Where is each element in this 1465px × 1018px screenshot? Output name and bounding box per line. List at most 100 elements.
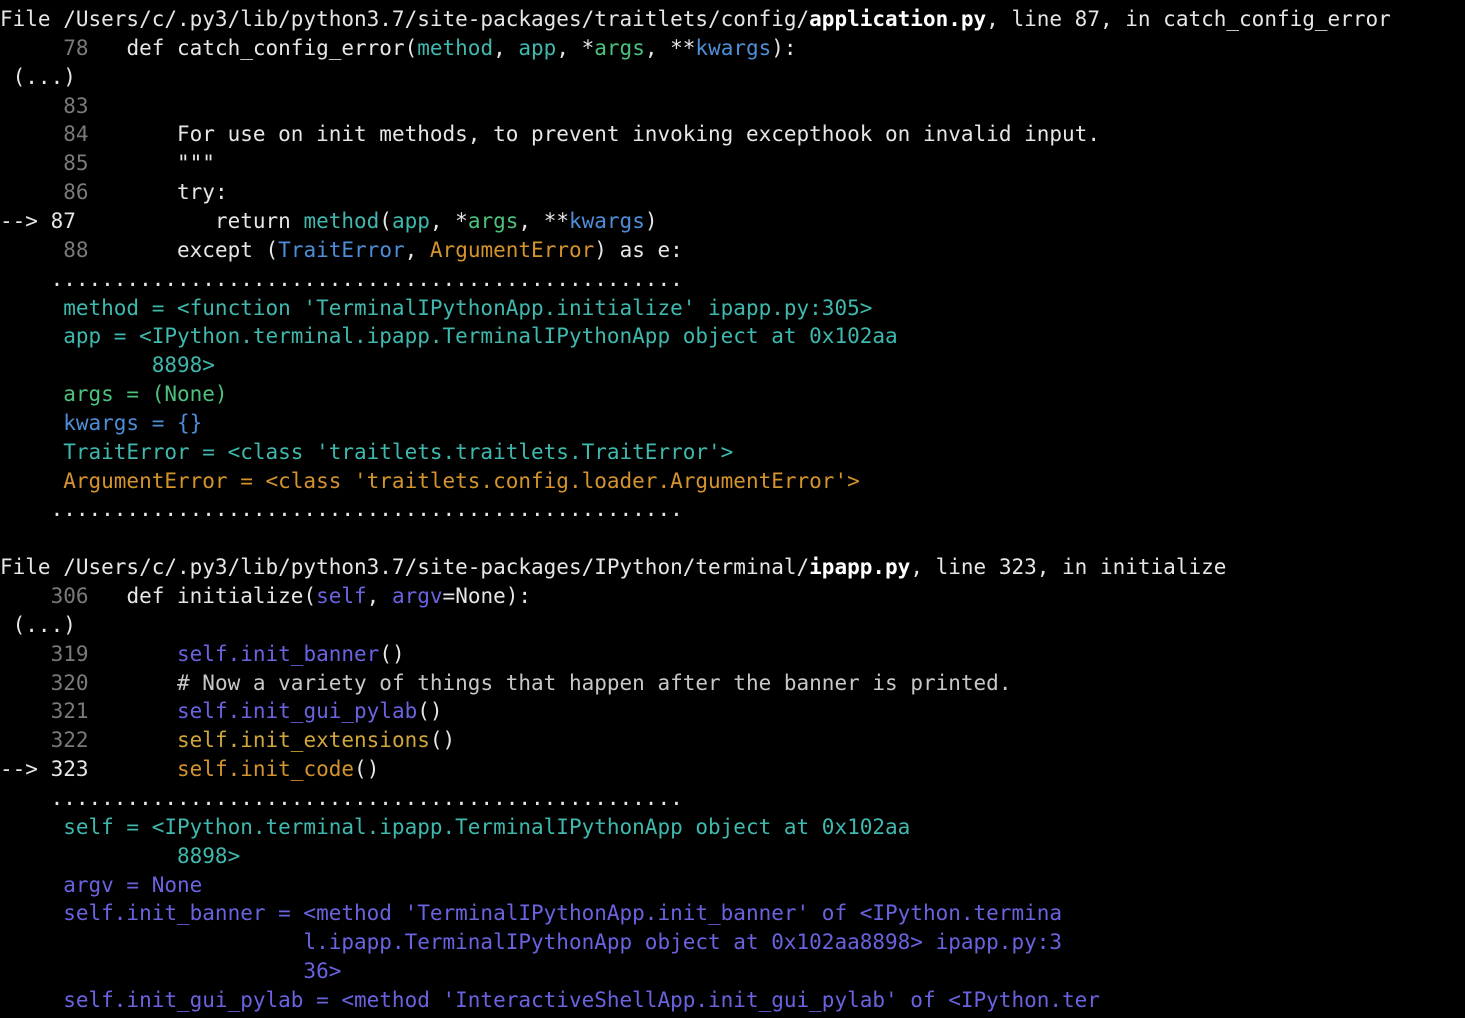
terminal-text-segment: self.init_banner [177,641,380,666]
terminal-text-segment: app [518,35,557,60]
terminal-text-segment: 83 [0,93,89,118]
terminal-line: --> 87 return method(app, *args, **kwarg… [0,207,658,236]
terminal-text-segment: ): [771,35,797,60]
terminal-line: 319 self.init_banner() [0,640,405,669]
terminal-line: 86 try: [0,178,228,207]
terminal-text-segment: try: [177,180,228,205]
terminal-line: ........................................… [0,495,683,524]
terminal-line: TraitError = <class 'traitlets.traitlets… [0,438,733,467]
terminal-text-segment: 88 [0,237,178,262]
terminal-line: (...) [0,63,76,92]
terminal-text-segment: application.py [809,7,987,31]
terminal-line: 78 def catch_config_error(method, app, *… [0,34,797,63]
terminal-line: app = <IPython.terminal.ipapp.TerminalIP… [0,322,898,351]
terminal-text-segment: ipapp.py [809,555,911,580]
terminal-window[interactable]: File /Users/c/.py3/lib/python3.7/site-pa… [0,0,1465,1018]
terminal-text-segment: 8898> [0,843,241,868]
terminal-text-segment: 8898> [0,353,215,378]
terminal-text-segment: argv [391,584,443,608]
terminal-line: File /Users/c/.py3/lib/python3.7/site-pa… [0,5,1391,34]
terminal-line: File /Users/c/.py3/lib/python3.7/site-pa… [0,553,1226,582]
terminal-text-segment: args [467,208,519,233]
terminal-line: (...) [0,611,76,640]
terminal-text-segment: TraitError = <class 'traitlets.traitlets… [0,439,734,464]
terminal-line: 321 self.init_gui_pylab() [0,697,443,726]
terminal-text-segment: () [354,757,380,782]
terminal-text-segment: self [316,584,367,608]
terminal-text-segment: (...) [0,64,76,89]
terminal-text-segment: 306 [0,584,127,608]
terminal-line: 85 """ [0,149,215,178]
terminal-line: 320 # Now a variety of things that happe… [0,669,1012,698]
terminal-text-segment: ........................................… [0,785,683,810]
terminal-line: self.init_banner = <method 'TerminalIPyt… [0,899,1062,928]
terminal-text-segment: 86 [0,180,178,205]
terminal-text-segment: self.init_code [177,757,355,782]
terminal-text-segment: method [303,208,380,233]
terminal-text-segment: 36> [0,959,342,984]
terminal-text-segment: l.ipapp.TerminalIPythonApp object at 0x1… [0,930,1063,955]
terminal-line: self = <IPython.terminal.ipapp.TerminalI… [0,813,910,842]
terminal-text-segment: 322 [0,728,178,753]
terminal-text-segment: 84 [0,122,178,147]
terminal-text-segment: , ** [518,208,569,233]
terminal-line: l.ipapp.TerminalIPythonApp object at 0x1… [0,928,1062,957]
terminal-line: 83 [0,92,89,121]
terminal-text-segment: """ [177,151,215,176]
terminal-text-segment: () [417,699,443,724]
terminal-text-segment: , [404,237,430,262]
terminal-text-segment: , [493,35,519,60]
terminal-text-segment: ) [644,208,658,233]
terminal-text-segment: ) as e: [594,237,683,262]
terminal-text-segment: File /Users/c/.py3/lib/python3.7/site-pa… [0,555,810,580]
terminal-text-segment: argv = None [0,872,203,897]
terminal-line: method = <function 'TerminalIPythonApp.i… [0,294,872,323]
terminal-text-segment: method = <function 'TerminalIPythonApp.i… [0,295,873,320]
terminal-text-segment: app [391,208,430,233]
terminal-text-segment: method [417,35,494,60]
terminal-text-segment: kwargs [568,208,645,233]
terminal-text-segment: --> 87 [0,208,76,233]
terminal-text-segment: self.init_extensions [177,728,430,753]
terminal-text-segment: def initialize( [126,584,317,608]
terminal-text-segment: TraitError [278,237,405,262]
terminal-text-segment: ( [379,208,392,233]
terminal-text-segment: File /Users/c/.py3/lib/python3.7/site-pa… [0,7,810,31]
terminal-text-segment: 85 [0,151,178,176]
terminal-text-segment: , line 323, in initialize [910,555,1227,580]
terminal-text-segment: args [594,35,645,60]
terminal-line: args = (None) [0,380,227,409]
terminal-line: 84 For use on init methods, to prevent i… [0,120,1100,149]
terminal-line: ........................................… [0,784,683,813]
terminal-text-segment: ArgumentError [429,237,595,262]
terminal-text-segment: def catch_config_error( [126,35,418,60]
terminal-line: ArgumentError = <class 'traitlets.config… [0,467,860,496]
terminal-text-segment: self.init_gui_pylab [177,699,418,724]
terminal-line: kwargs = {} [0,409,202,438]
terminal-text-segment: For use on init methods, to prevent invo… [177,122,1100,147]
terminal-text-segment: except ( [177,237,279,262]
terminal-text-segment: =None): [442,584,532,608]
terminal-text-segment: ........................................… [0,497,683,522]
terminal-line: 8898> [0,842,240,871]
terminal-line: 8898> [0,351,215,380]
terminal-text-segment: 78 [0,35,127,60]
terminal-text-segment: return [75,208,304,233]
terminal-text-segment: 319 [0,641,178,666]
terminal-text-segment: , * [556,35,595,60]
terminal-text-segment: , * [429,208,468,233]
terminal-text-segment: self.init_banner = <method 'TerminalIPyt… [0,901,1063,926]
terminal-line: 306 def initialize(self, argv=None): [0,582,532,611]
terminal-text-segment: kwargs [695,35,772,60]
terminal-text-segment: , [366,584,392,608]
terminal-line: ........................................… [0,265,683,294]
terminal-text-segment: () [429,728,456,753]
terminal-text-segment: 320 [0,670,178,695]
terminal-text-segment: --> 323 [0,757,89,782]
terminal-text-segment: 321 [0,699,178,724]
terminal-text-segment: kwargs = {} [0,410,203,435]
terminal-text-segment: self.init_gui_pylab = <method 'Interacti… [0,987,1100,1012]
terminal-text-segment: app = <IPython.terminal.ipapp.TerminalIP… [0,324,898,349]
terminal-line: 36> [0,957,341,986]
terminal-text-segment: , line 87, in catch_config_error [986,7,1391,31]
